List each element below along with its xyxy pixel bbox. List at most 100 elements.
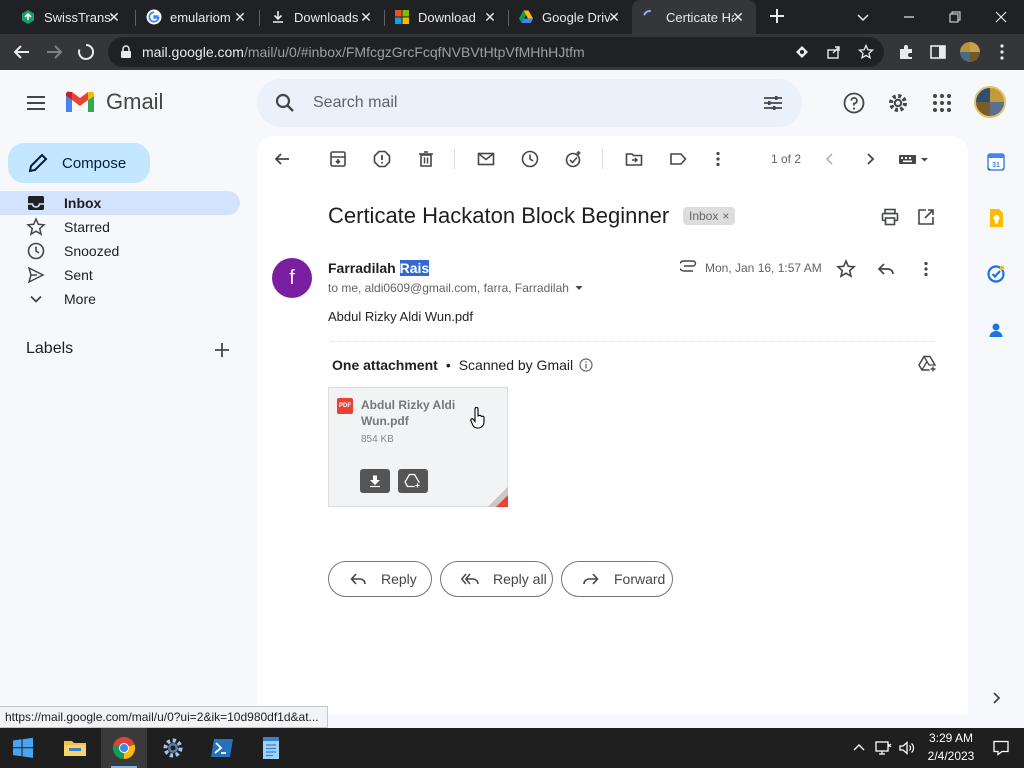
lock-icon[interactable]	[120, 45, 132, 59]
input-tools-keyboard-icon[interactable]	[898, 149, 932, 169]
close-icon[interactable]: ✕	[482, 9, 498, 25]
show-hidden-icons-chevron-icon[interactable]	[850, 739, 868, 757]
sender-name[interactable]: Farradilah Rais	[328, 260, 430, 276]
clock-date[interactable]: 2/4/2023	[925, 749, 977, 763]
share-icon[interactable]	[826, 44, 842, 60]
mark-unread-icon[interactable]	[476, 149, 496, 169]
delete-icon[interactable]	[416, 149, 436, 169]
windows-taskbar: 3:29 AM 2/4/2023	[0, 728, 1024, 768]
extensions-icon[interactable]	[894, 40, 918, 64]
tab-swisstransfer[interactable]: SwissTransfer ✕	[10, 0, 132, 34]
notification-center-icon[interactable]	[992, 739, 1010, 757]
print-icon[interactable]	[880, 207, 900, 227]
minimize-icon[interactable]	[886, 0, 932, 34]
tab-downloads[interactable]: Downloads ✕	[260, 0, 384, 34]
restore-icon[interactable]	[932, 0, 978, 34]
window-close-icon[interactable]	[978, 0, 1024, 34]
attachment-clip-icon	[680, 260, 697, 272]
chrome-menu-icon[interactable]	[990, 40, 1014, 64]
nav-item-starred[interactable]: Starred	[0, 215, 240, 239]
tab-google-drive[interactable]: Google Drive ✕	[508, 0, 632, 34]
reply-button[interactable]: Reply	[328, 561, 432, 597]
tab-title: emulariom	[170, 9, 231, 25]
older-chevron-icon[interactable]	[860, 149, 880, 169]
reply-all-button[interactable]: Reply all	[440, 561, 553, 597]
taskbar-chrome[interactable]	[101, 728, 147, 768]
taskbar-notepad[interactable]	[248, 728, 294, 768]
more-options-icon[interactable]	[708, 149, 728, 169]
compose-button[interactable]: Compose	[8, 143, 150, 183]
taskbar-settings[interactable]	[150, 728, 196, 768]
chrome-profile-avatar[interactable]	[960, 42, 980, 62]
location-icon[interactable]	[794, 44, 810, 60]
clock-time[interactable]: 3:29 AM	[927, 731, 975, 745]
open-new-window-icon[interactable]	[916, 207, 936, 227]
report-spam-icon[interactable]	[372, 149, 392, 169]
account-avatar[interactable]	[974, 86, 1006, 118]
volume-icon[interactable]	[898, 739, 916, 757]
show-side-panel-chevron-icon[interactable]	[988, 690, 1004, 706]
move-to-icon[interactable]	[624, 149, 644, 169]
forward-icon[interactable]	[42, 40, 66, 64]
tab-download[interactable]: Download ✕	[384, 0, 508, 34]
taskbar-file-explorer[interactable]	[52, 728, 98, 768]
google-calendar-icon[interactable]: 31	[986, 152, 1006, 172]
nav-item-inbox[interactable]: Inbox	[0, 191, 240, 215]
nav-item-more[interactable]: More	[0, 287, 240, 311]
close-icon[interactable]: ✕	[232, 9, 248, 25]
tab-emulariom[interactable]: emulariom ✕	[136, 0, 258, 34]
sender-avatar[interactable]: f	[272, 258, 312, 298]
search-icon[interactable]	[273, 91, 297, 115]
new-tab-icon[interactable]	[766, 5, 788, 27]
tab-search-icon[interactable]	[840, 0, 886, 34]
google-contacts-icon[interactable]	[986, 320, 1006, 340]
save-to-drive-button[interactable]	[398, 469, 428, 493]
network-icon[interactable]	[874, 739, 892, 757]
google-keep-icon[interactable]	[986, 208, 1006, 228]
settings-gear-icon[interactable]	[886, 91, 910, 115]
close-icon[interactable]: ✕	[106, 9, 122, 25]
close-icon[interactable]: ✕	[606, 9, 622, 25]
stop-loading-icon[interactable]	[74, 40, 98, 64]
nav-item-sent[interactable]: Sent	[0, 263, 240, 287]
back-icon[interactable]	[10, 40, 34, 64]
main-menu-icon[interactable]	[24, 91, 48, 115]
tab-certicate-active[interactable]: Certicate Hackaton ✕	[632, 0, 756, 34]
show-details-caret-icon[interactable]	[573, 282, 585, 294]
notepad-icon	[263, 737, 279, 759]
archive-icon[interactable]	[328, 149, 348, 169]
message-more-icon[interactable]	[916, 259, 936, 279]
back-to-inbox-icon[interactable]	[272, 149, 292, 169]
nav-item-snoozed[interactable]: Snoozed	[0, 239, 240, 263]
star-icon[interactable]	[836, 259, 856, 279]
start-button[interactable]	[0, 728, 46, 768]
address-bar[interactable]: mail.google.com/mail/u/0/#inbox/FMfcgzGr…	[108, 37, 884, 67]
reply-icon[interactable]	[876, 259, 896, 279]
search-bar[interactable]	[257, 79, 802, 127]
help-icon[interactable]	[842, 91, 866, 115]
inbox-label-chip[interactable]: Inbox ×	[683, 207, 736, 225]
taskbar-powershell[interactable]	[199, 728, 245, 768]
reply-all-icon	[461, 573, 479, 585]
close-icon[interactable]: ✕	[358, 9, 374, 25]
gmail-logo-icon[interactable]	[64, 90, 96, 114]
add-all-to-drive-icon[interactable]	[917, 354, 937, 374]
add-label-icon[interactable]	[212, 340, 232, 360]
recipients-line[interactable]: to me, aldi0609@gmail.com, farra, Farrad…	[328, 281, 585, 295]
snooze-clock-icon[interactable]	[520, 149, 540, 169]
attachment-card[interactable]: PDF Abdul Rizky Aldi Wun.pdf 854 KB	[328, 387, 508, 507]
bookmark-star-icon[interactable]	[858, 44, 874, 60]
info-icon[interactable]	[579, 358, 593, 372]
close-icon[interactable]: ✕	[730, 9, 746, 25]
add-to-tasks-icon[interactable]	[564, 149, 584, 169]
forward-button[interactable]: Forward	[561, 561, 673, 597]
newer-chevron-icon[interactable]	[820, 149, 840, 169]
side-panel-icon[interactable]	[926, 40, 950, 64]
search-input[interactable]	[313, 91, 733, 115]
apps-grid-icon[interactable]	[930, 91, 954, 115]
google-tasks-icon[interactable]	[986, 264, 1006, 284]
search-options-icon[interactable]	[761, 91, 785, 115]
download-attachment-button[interactable]	[360, 469, 390, 493]
label-tag-icon[interactable]	[668, 149, 688, 169]
remove-label-icon[interactable]: ×	[722, 209, 729, 223]
